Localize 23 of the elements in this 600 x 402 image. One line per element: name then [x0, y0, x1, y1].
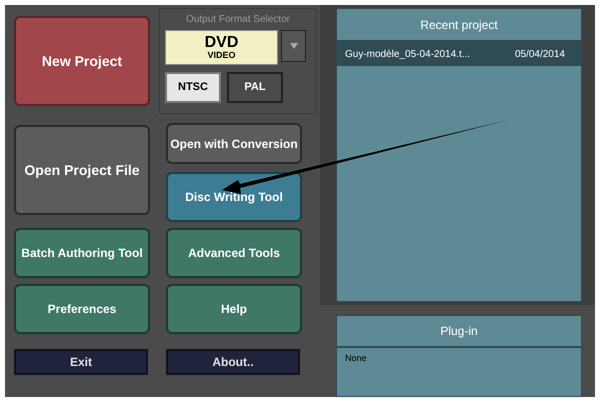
new-project-button[interactable]: New Project	[14, 16, 150, 106]
panel-title: Plug-in	[440, 323, 478, 340]
caret-icon	[290, 43, 298, 49]
format-top: DVD	[204, 35, 238, 51]
open-project-button[interactable]: Open Project File	[14, 125, 150, 215]
preferences-button[interactable]: Preferences	[14, 284, 150, 334]
plugin-value: None	[344, 352, 368, 365]
help-button[interactable]: Help	[166, 284, 302, 334]
dropdown-button[interactable]	[281, 30, 306, 62]
standard-button[interactable]: NTSC	[165, 72, 221, 103]
format-bottom: VIDEO	[207, 51, 236, 60]
standard-button[interactable]: PAL	[227, 72, 283, 103]
project-date: 05/04/2014	[514, 48, 565, 62]
batch-authoring-button[interactable]: Batch Authoring Tool	[14, 228, 150, 278]
advanced-tools-button[interactable]: Advanced Tools	[166, 228, 302, 278]
about-button[interactable]: About..	[166, 349, 300, 375]
panel-title: Recent project	[420, 16, 498, 34]
project-name: Guy-modèle_05-04-2014.t...	[345, 48, 470, 62]
recent-project-row[interactable]: Guy-modèle_05-04-2014.t... 05/04/2014	[337, 42, 581, 66]
disc-writing-button[interactable]: Disc Writing Tool	[166, 172, 302, 222]
exit-button[interactable]: Exit	[14, 349, 148, 375]
open-conversion-button[interactable]: Open with Conversion	[166, 123, 302, 164]
selector-title: Output Format Selector	[186, 13, 290, 27]
